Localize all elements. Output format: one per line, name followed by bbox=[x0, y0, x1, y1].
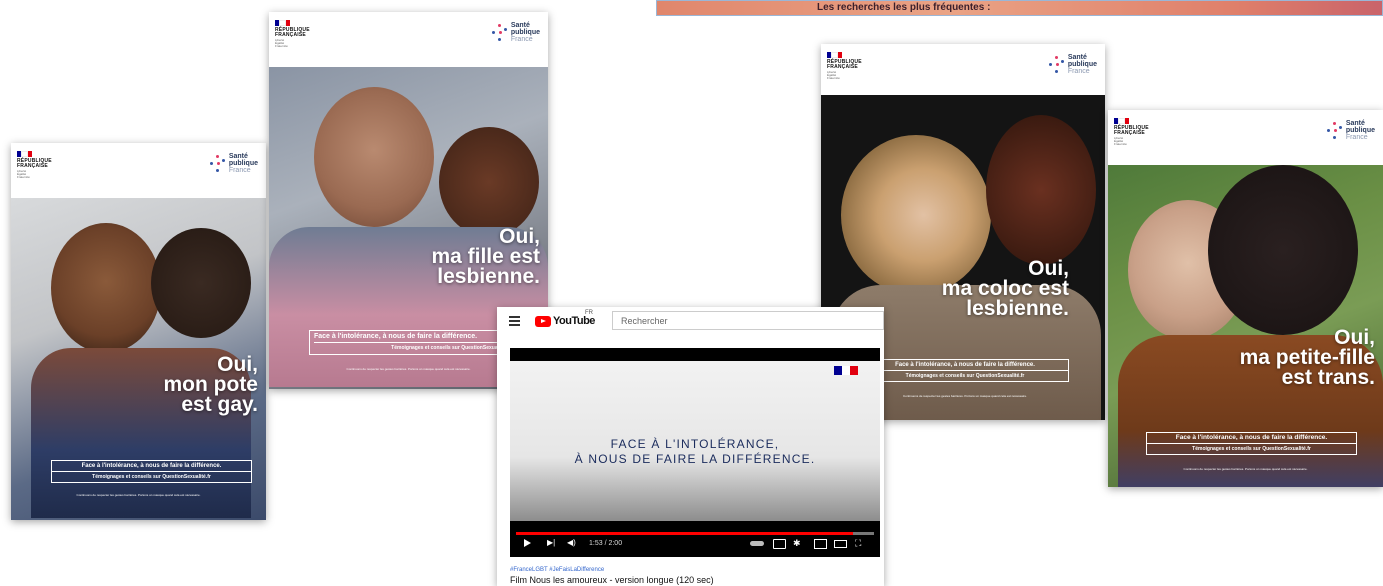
poster-headline: Oui, ma petite-fille est trans. bbox=[1239, 326, 1375, 389]
poster-header: RÉPUBLIQUE FRANÇAISE Liberté Égalité Fra… bbox=[269, 12, 548, 67]
autoplay-toggle[interactable] bbox=[750, 541, 764, 546]
video-message: FACE À L'INTOLÉRANCE, À NOUS DE FAIRE LA… bbox=[574, 437, 816, 466]
poster-mon-pote: RÉPUBLIQUE FRANÇAISE Liberté Égalité Fra… bbox=[11, 143, 266, 520]
republique-francaise-logo: RÉPUBLIQUE FRANÇAISE Liberté Égalité Fra… bbox=[275, 20, 310, 48]
fullscreen-icon[interactable]: ⛶ bbox=[855, 538, 861, 549]
poster-footer: Continuons de respecter les gestes barri… bbox=[903, 394, 1027, 398]
video-player[interactable]: FACE À L'INTOLÉRANCE, À NOUS DE FAIRE LA… bbox=[510, 348, 880, 557]
theater-mode-icon[interactable] bbox=[834, 540, 847, 548]
sante-publique-logo: Santé publique France bbox=[1048, 54, 1097, 75]
french-flag-icon bbox=[834, 366, 858, 375]
poster-subline: Témoignages et conseils sur QuestionSexu… bbox=[92, 474, 211, 480]
poster-headline: Oui, mon pote est gay. bbox=[163, 353, 259, 416]
poster-subline: Témoignages et conseils sur QuestionSexu… bbox=[1192, 446, 1311, 452]
time-display: 1:53 / 2:00 bbox=[589, 540, 623, 547]
sante-publique-logo: Santé publique France bbox=[209, 153, 258, 174]
poster-header: RÉPUBLIQUE FRANÇAISE Liberté Égalité Fra… bbox=[821, 44, 1105, 95]
youtube-window: YouTube FR Rechercher FACE À L'INTOLÉRAN… bbox=[497, 307, 884, 586]
sante-publique-logo: Santé publique France bbox=[1326, 120, 1375, 141]
poster-header: RÉPUBLIQUE FRANÇAISE Liberté Égalité Fra… bbox=[11, 143, 266, 198]
poster-header: RÉPUBLIQUE FRANÇAISE Liberté Égalité Fra… bbox=[1108, 110, 1383, 165]
poster-tagline-box: Face à l'intolérance, à nous de faire la… bbox=[51, 460, 252, 483]
next-icon[interactable]: ▶| bbox=[547, 538, 555, 547]
poster-headline: Oui, ma coloc est lesbienne. bbox=[941, 257, 1069, 320]
progress-bar-fill bbox=[516, 532, 853, 535]
poster-footer: Continuons de respecter les gestes barri… bbox=[1183, 467, 1308, 471]
poster-subline: Témoignages et conseils sur QuestionSexu… bbox=[905, 373, 1025, 379]
republique-francaise-logo: RÉPUBLIQUE FRANÇAISE Liberté Égalité Fra… bbox=[1114, 118, 1149, 146]
player-controls: ▶| ◀) 1:53 / 2:00 ✱ ⛶ bbox=[510, 538, 880, 554]
youtube-logo[interactable]: YouTube bbox=[535, 315, 595, 327]
region-code: FR bbox=[585, 310, 593, 316]
play-icon[interactable] bbox=[524, 539, 531, 547]
volume-icon[interactable]: ◀) bbox=[567, 538, 576, 547]
poster-tagline: Face à l'intolérance, à nous de faire la… bbox=[1147, 433, 1356, 444]
frequent-searches-label: Les recherches les plus fréquentes : bbox=[817, 2, 991, 13]
progress-bar[interactable] bbox=[516, 532, 874, 535]
video-hashtags[interactable]: #FranceLGBT #JeFaisLaDifference bbox=[510, 567, 604, 573]
search-input[interactable]: Rechercher bbox=[612, 311, 884, 330]
poster-ma-petite-fille: RÉPUBLIQUE FRANÇAISE Liberté Égalité Fra… bbox=[1108, 110, 1383, 487]
youtube-play-icon bbox=[535, 315, 551, 327]
youtube-header: YouTube FR Rechercher bbox=[497, 307, 884, 335]
sante-publique-logo: Santé publique France bbox=[491, 22, 540, 43]
settings-gear-icon[interactable]: ✱ bbox=[793, 538, 801, 549]
poster-tagline-box: Face à l'intolérance, à nous de faire la… bbox=[861, 359, 1069, 382]
subtitles-icon[interactable] bbox=[773, 539, 786, 549]
search-banner-strip: Les recherches les plus fréquentes : bbox=[656, 0, 1383, 16]
republique-francaise-logo: RÉPUBLIQUE FRANÇAISE Liberté Égalité Fra… bbox=[17, 151, 52, 179]
poster-headline: Oui, ma fille est lesbienne. bbox=[431, 225, 540, 288]
poster-tagline: Face à l'intolérance, à nous de faire la… bbox=[862, 360, 1068, 371]
video-frame: FACE À L'INTOLÉRANCE, À NOUS DE FAIRE LA… bbox=[510, 361, 880, 521]
poster-tagline: Face à l'intolérance, à nous de faire la… bbox=[52, 461, 251, 472]
video-title: Film Nous les amoureux - version longue … bbox=[510, 575, 714, 585]
poster-footer: Continuons de respecter les gestes barri… bbox=[76, 493, 201, 497]
republique-francaise-logo: RÉPUBLIQUE FRANÇAISE Liberté Égalité Fra… bbox=[827, 52, 862, 80]
miniplayer-icon[interactable] bbox=[814, 539, 827, 549]
menu-icon[interactable] bbox=[509, 316, 520, 328]
poster-tagline-box: Face à l'intolérance, à nous de faire la… bbox=[1146, 432, 1357, 455]
